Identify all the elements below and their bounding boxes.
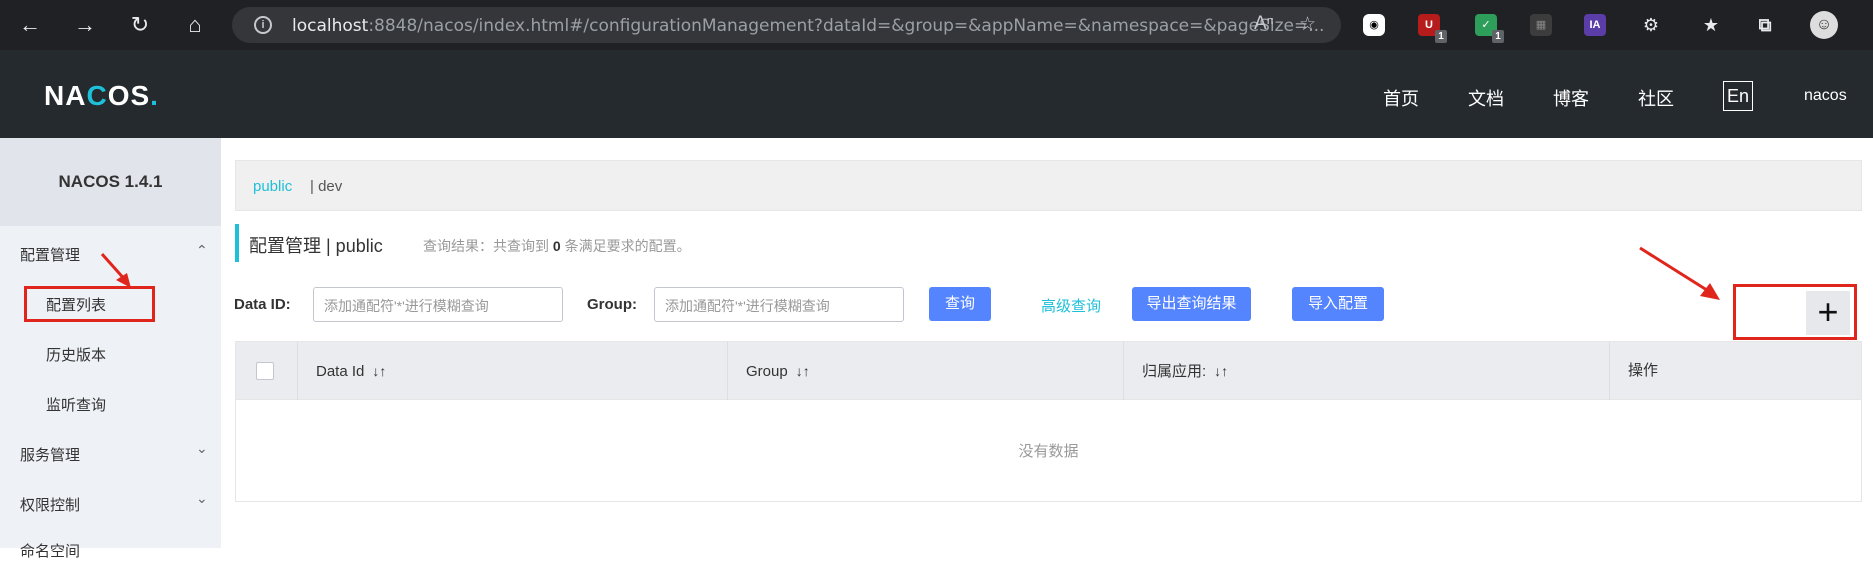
annotation-arrow-line [1639, 246, 1711, 294]
annotation-arrows [100, 246, 1720, 300]
annotation-arrow-head [116, 273, 131, 288]
annotation-arrow-head [1700, 283, 1720, 300]
